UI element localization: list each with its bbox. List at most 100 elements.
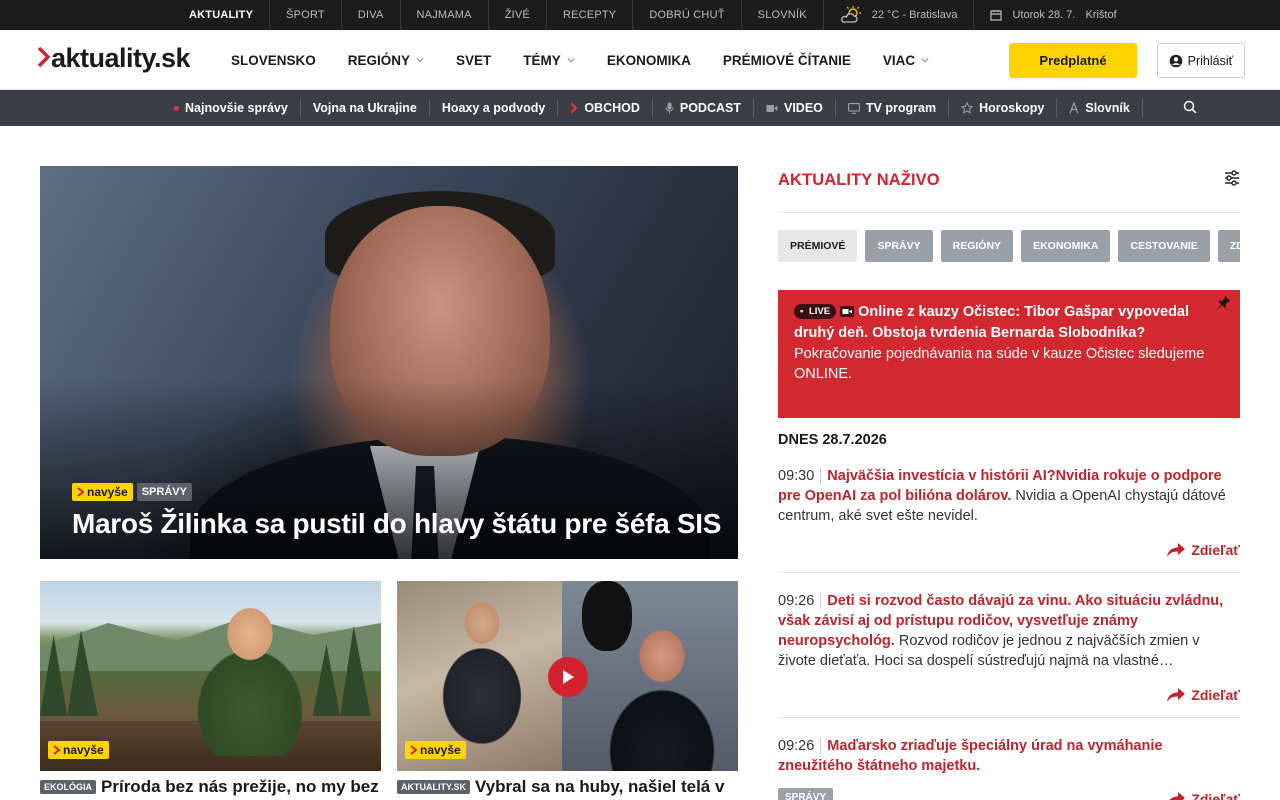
share-button[interactable]: Zdieľať — [778, 542, 1240, 558]
share-label: Zdieľať — [1191, 542, 1240, 558]
subnav-slovnik[interactable]: Slovník — [1057, 99, 1143, 117]
portal-nav: Aktuality Šport Diva Najmama Živé Recept… — [173, 0, 824, 30]
weather-widget[interactable]: 22 °C - Bratislava — [824, 0, 975, 30]
nav-slovensko[interactable]: Slovensko — [215, 53, 332, 68]
image-person — [602, 611, 722, 771]
item-time: 09:30 — [778, 468, 822, 484]
nav-viac[interactable]: Viac — [867, 53, 945, 68]
portal-link-najmama[interactable]: Najmama — [401, 0, 489, 30]
share-button[interactable]: Zdieľať — [1167, 791, 1240, 800]
portal-link-zive[interactable]: Živé — [489, 0, 547, 30]
chevron-down-icon — [416, 58, 424, 63]
nav-premiove-citanie[interactable]: Prémiové čítanie — [707, 53, 867, 68]
hero-article[interactable]: navyše Správy Maroš Žilinka sa pustil do… — [40, 166, 738, 559]
nav-svet[interactable]: Svet — [440, 53, 507, 68]
site-logo[interactable]: aktuality.sk — [37, 43, 191, 74]
category-chips: Prémiové Správy Regióny Ekonomika Cestov… — [778, 230, 1240, 262]
chip-spravy[interactable]: Správy — [865, 230, 933, 262]
nav-label: Svet — [456, 52, 492, 68]
subnav-podcast[interactable]: PODCAST — [653, 99, 754, 117]
portal-link-dobru-chut[interactable]: Dobrú chuť — [633, 0, 742, 30]
subnav-hoaxy[interactable]: Hoaxy a podvody — [430, 99, 559, 117]
portal-link-aktuality[interactable]: Aktuality — [173, 0, 271, 30]
item-time: 09:26 — [778, 738, 822, 754]
chip-regiony[interactable]: Regióny — [940, 230, 1014, 262]
navyse-badge: navyše — [405, 741, 466, 759]
item-headline[interactable]: Maďarsko zriaďuje špeciálny úrad na vymá… — [778, 738, 1162, 774]
hero-title[interactable]: Maroš Žilinka sa pustil do hlavy štátu p… — [72, 508, 721, 540]
nav-regiony[interactable]: Regióny — [332, 53, 440, 68]
play-button[interactable] — [548, 657, 588, 697]
item-footer: Správy Zdieľať — [778, 776, 1240, 800]
portal-link-recepty[interactable]: Recepty — [547, 0, 634, 30]
nav-ekonomika[interactable]: Ekonomika — [591, 53, 707, 68]
portal-link-diva[interactable]: Diva — [342, 0, 401, 30]
chip-premiove[interactable]: Prémiové — [778, 230, 858, 262]
chip-cestovanie[interactable]: Cestovanie — [1118, 230, 1210, 262]
main-nav: Slovensko Regióny Svet Témy Ekonomika Pr… — [215, 30, 945, 90]
category-badge[interactable]: Ekológia — [40, 780, 97, 794]
divider — [778, 212, 1240, 213]
subscribe-button[interactable]: Predplatné — [1009, 43, 1137, 78]
share-label: Zdieľať — [1191, 687, 1240, 703]
user-icon — [1169, 54, 1182, 67]
live-badge: • LIVE — [794, 304, 837, 320]
live-item: 09:26 Maďarsko zriaďuje špeciálny úrad na… — [778, 736, 1240, 800]
nav-label: Témy — [523, 52, 561, 68]
nav-label: Viac — [882, 52, 916, 68]
share-arrow-icon — [1169, 792, 1186, 800]
share-button[interactable]: Zdieľať — [778, 687, 1240, 703]
subnav-label: Slovník — [1085, 101, 1130, 115]
login-button[interactable]: Prihlásiť — [1157, 43, 1245, 78]
top-strip: Aktuality Šport Diva Najmama Živé Recept… — [0, 0, 1280, 30]
category-badge[interactable]: Správy — [778, 788, 834, 800]
subnav-vojna-na-ukrajine[interactable]: Vojna na Ukrajine — [301, 99, 430, 117]
search-button[interactable] — [1183, 100, 1197, 117]
subnav-label: TV program — [865, 101, 937, 115]
subnav-najnovsie[interactable]: Najnovšie správy — [162, 99, 301, 117]
article-caption: aktuality.sk Vybral sa na huby, našiel t… — [397, 777, 738, 797]
secondary-nav: Najnovšie správy Vojna na Ukrajine Hoaxy… — [0, 90, 1280, 126]
category-badge[interactable]: aktuality.sk — [397, 780, 470, 794]
subnav-label: Hoaxy a podvody — [441, 101, 546, 115]
video-camera-icon — [766, 104, 778, 112]
search-icon — [1183, 100, 1197, 113]
chip-zdravie[interactable]: Zdr — [1217, 230, 1240, 262]
nav-label: Slovensko — [231, 52, 316, 68]
star-icon — [961, 102, 974, 114]
subnav-label: VIDEO — [784, 101, 823, 115]
navyse-badge: navyše — [72, 483, 133, 501]
subnav-tv-program[interactable]: TV program — [836, 99, 950, 117]
pin-icon — [1217, 295, 1231, 314]
subnav-horoskopy[interactable]: Horoskopy — [949, 99, 1058, 117]
subnav-label: Vojna na Ukrajine — [312, 101, 417, 115]
chevron-down-icon — [921, 58, 929, 63]
subnav-label: Najnovšie správy — [185, 101, 288, 115]
article-title[interactable]: Vybral sa na huby, našiel telá v — [475, 777, 724, 797]
subnav-video[interactable]: VIDEO — [754, 99, 836, 117]
article-card[interactable]: navyše aktuality.sk Vybral sa na huby, n… — [397, 581, 738, 797]
tv-icon — [847, 102, 860, 114]
filter-button[interactable] — [1224, 169, 1240, 191]
article-card[interactable]: navyše Ekológia Príroda bez nás prežije,… — [40, 581, 381, 800]
chip-ekonomika[interactable]: Ekonomika — [1021, 230, 1111, 262]
article-image: navyše — [397, 581, 738, 771]
portal-link-slovnik[interactable]: Slovník — [742, 0, 824, 30]
share-label: Zdieľať — [1191, 791, 1240, 800]
nameday-text: Krištof — [1085, 9, 1117, 21]
article-title[interactable]: Príroda bez nás prežije, no my bez nej — [101, 777, 381, 800]
live-feature[interactable]: • LIVE Online z kauzy Očistec: Tibor Gašp… — [778, 290, 1240, 418]
subnav-obchod[interactable]: OBCHOD — [558, 99, 653, 117]
live-header: Aktuality naživo — [778, 166, 1240, 194]
category-badge[interactable]: Správy — [136, 483, 192, 501]
live-feature-title-row: • LIVE Online z kauzy Očistec: Tibor Gašp… — [794, 302, 1224, 344]
live-item: 09:30 Najväčšia investícia v histórii AI?… — [778, 466, 1240, 573]
chevron-brand-icon — [53, 745, 61, 755]
portal-link-sport[interactable]: Šport — [270, 0, 342, 30]
image-person — [437, 601, 527, 751]
nav-label: Ekonomika — [606, 52, 691, 68]
live-title[interactable]: Aktuality naživo — [778, 171, 940, 190]
nav-label: Regióny — [347, 52, 411, 68]
nav-temy[interactable]: Témy — [507, 53, 591, 68]
live-badge-label: LIVE — [808, 306, 831, 317]
